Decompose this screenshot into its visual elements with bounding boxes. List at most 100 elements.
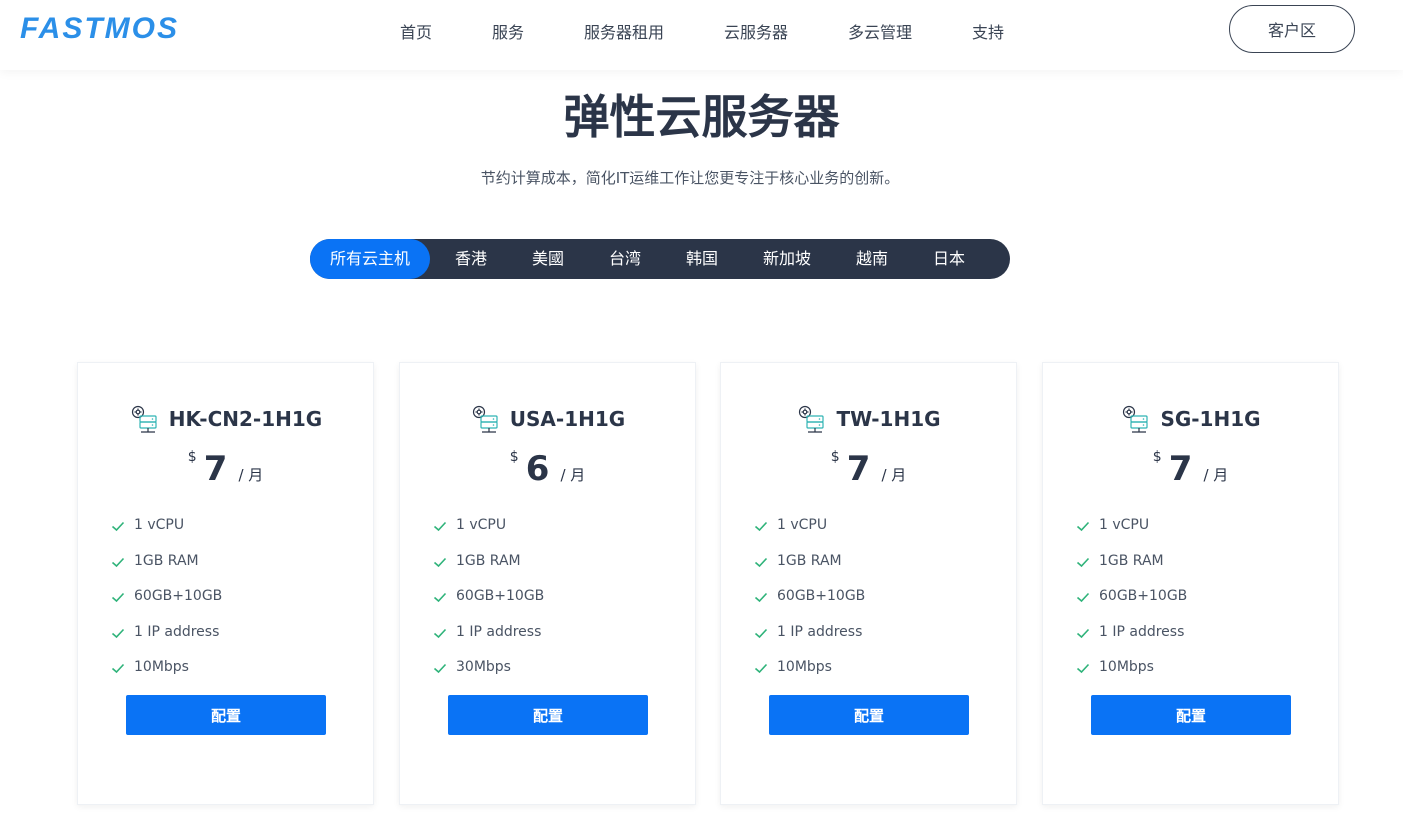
spec-text: 60GB+10GB — [134, 588, 223, 604]
check-icon — [433, 592, 447, 603]
plan-name: TW-1H1G — [836, 407, 941, 431]
spec-text: 1GB RAM — [777, 552, 842, 569]
configure-button[interactable]: 配置 — [1091, 695, 1291, 735]
check-icon — [754, 592, 768, 603]
check-icon — [754, 521, 768, 532]
cloud-server-icon — [131, 405, 157, 433]
site-header: FASTMOS 首页 服务 服务器租用 云服务器 多云管理 支持 客户区 — [0, 0, 1403, 70]
price-amount: 7 — [203, 449, 228, 489]
plan-header: TW-1H1G — [721, 401, 1016, 437]
check-icon — [111, 521, 125, 532]
spec-text: 10Mbps — [777, 659, 832, 675]
plan-specs: 1 vCPU 1GB RAM 60GB+10GB 1 IP address 10Mbps — [1075, 517, 1187, 695]
plan-price: $ 7 / 月 — [78, 449, 373, 497]
spec-text: 1 IP address — [777, 623, 863, 640]
spec-text: 1GB RAM — [1099, 552, 1164, 569]
check-icon — [111, 592, 125, 603]
spec-text: 1 IP address — [1099, 623, 1185, 640]
plan-header: SG-1H1G — [1043, 401, 1338, 437]
plan-specs: 1 vCPU 1GB RAM 60GB+10GB 1 IP address 10Mbps — [753, 517, 865, 695]
nav-item-server-rental[interactable]: 服务器租用 — [584, 19, 664, 43]
check-icon — [111, 663, 125, 674]
main-nav: 首页 服务 服务器租用 云服务器 多云管理 支持 — [0, 0, 1403, 60]
spec-text: 60GB+10GB — [1099, 588, 1188, 604]
check-icon — [433, 521, 447, 532]
spec-item: 1 IP address — [110, 624, 222, 660]
tab-japan[interactable]: 日本 — [933, 239, 965, 279]
spec-text: 1 vCPU — [134, 517, 185, 533]
tab-taiwan[interactable]: 台湾 — [609, 239, 641, 279]
plan-card: SG-1H1G $ 7 / 月 1 vCPU 1GB RAM 60GB+10GB 1 … — [1042, 362, 1339, 805]
configure-button[interactable]: 配置 — [769, 695, 969, 735]
price-currency: $ — [187, 449, 197, 465]
tab-vietnam[interactable]: 越南 — [856, 239, 888, 279]
price-unit: / 月 — [238, 466, 264, 484]
page-title: 弹性云服务器 — [563, 90, 840, 144]
price-amount: 7 — [1168, 449, 1193, 489]
spec-text: 10Mbps — [1099, 659, 1154, 675]
configure-button[interactable]: 配置 — [448, 695, 648, 735]
check-icon — [433, 557, 447, 567]
spec-item: 60GB+10GB — [753, 588, 865, 624]
spec-item: 1GB RAM — [110, 553, 222, 589]
plan-name: SG-1H1G — [1160, 407, 1261, 431]
tab-hongkong[interactable]: 香港 — [455, 239, 487, 279]
price-currency: $ — [1152, 449, 1162, 465]
plan-price: $ 7 / 月 — [1043, 449, 1338, 497]
spec-item: 60GB+10GB — [432, 588, 544, 624]
spec-text: 1 vCPU — [1099, 517, 1150, 533]
spec-item: 1 IP address — [1075, 624, 1187, 660]
spec-item: 10Mbps — [753, 659, 865, 695]
spec-text: 1 vCPU — [777, 517, 828, 533]
spec-item: 10Mbps — [110, 659, 222, 695]
configure-button[interactable]: 配置 — [126, 695, 326, 735]
spec-item: 1 vCPU — [432, 517, 544, 553]
plan-card: HK-CN2-1H1G $ 7 / 月 1 vCPU 1GB RAM 60GB+10… — [77, 362, 374, 805]
tab-all[interactable]: 所有云主机 — [310, 239, 430, 279]
nav-item-support[interactable]: 支持 — [972, 19, 1004, 43]
nav-item-multicloud[interactable]: 多云管理 — [848, 19, 912, 43]
check-icon — [754, 557, 768, 567]
check-icon — [1076, 557, 1090, 567]
spec-text: 1GB RAM — [134, 552, 199, 569]
spec-text: 60GB+10GB — [456, 588, 545, 604]
tab-usa[interactable]: 美國 — [532, 239, 564, 279]
tab-korea[interactable]: 韩国 — [686, 239, 718, 279]
price-currency: $ — [509, 449, 519, 465]
spec-item: 1GB RAM — [1075, 553, 1187, 589]
cloud-server-icon — [799, 405, 825, 433]
spec-item: 10Mbps — [1075, 659, 1187, 695]
spec-text: 60GB+10GB — [777, 588, 866, 604]
spec-text: 1GB RAM — [456, 552, 521, 569]
price-unit: / 月 — [1203, 466, 1229, 484]
price-currency: $ — [830, 449, 840, 465]
nav-item-cloud-server[interactable]: 云服务器 — [724, 19, 788, 43]
spec-item: 1GB RAM — [753, 553, 865, 589]
check-icon — [1076, 521, 1090, 532]
spec-item: 1 vCPU — [1075, 517, 1187, 553]
check-icon — [1076, 628, 1090, 638]
client-area-button[interactable]: 客户区 — [1229, 5, 1355, 53]
spec-item: 60GB+10GB — [110, 588, 222, 624]
plan-specs: 1 vCPU 1GB RAM 60GB+10GB 1 IP address 30Mbps — [432, 517, 544, 695]
plan-name: USA-1H1G — [509, 407, 626, 431]
nav-item-services[interactable]: 服务 — [492, 19, 524, 43]
plan-card: USA-1H1G $ 6 / 月 1 vCPU 1GB RAM 60GB+10GB 1… — [399, 362, 696, 805]
price-amount: 7 — [846, 449, 871, 489]
plan-specs: 1 vCPU 1GB RAM 60GB+10GB 1 IP address 10Mbps — [110, 517, 222, 695]
spec-text: 10Mbps — [134, 659, 189, 675]
spec-item: 1 IP address — [753, 624, 865, 660]
price-unit: / 月 — [881, 466, 907, 484]
nav-item-home[interactable]: 首页 — [400, 19, 432, 43]
spec-item: 1GB RAM — [432, 553, 544, 589]
check-icon — [754, 663, 768, 674]
region-tabs: 所有云主机 香港 美國 台湾 韩国 新加坡 越南 日本 — [310, 239, 1010, 279]
plan-price: $ 6 / 月 — [400, 449, 695, 497]
plan-price: $ 7 / 月 — [721, 449, 1016, 497]
price-unit: / 月 — [560, 466, 586, 484]
tab-singapore[interactable]: 新加坡 — [763, 239, 811, 279]
check-icon — [433, 628, 447, 638]
spec-item: 30Mbps — [432, 659, 544, 695]
check-icon — [1076, 592, 1090, 603]
spec-item: 1 IP address — [432, 624, 544, 660]
